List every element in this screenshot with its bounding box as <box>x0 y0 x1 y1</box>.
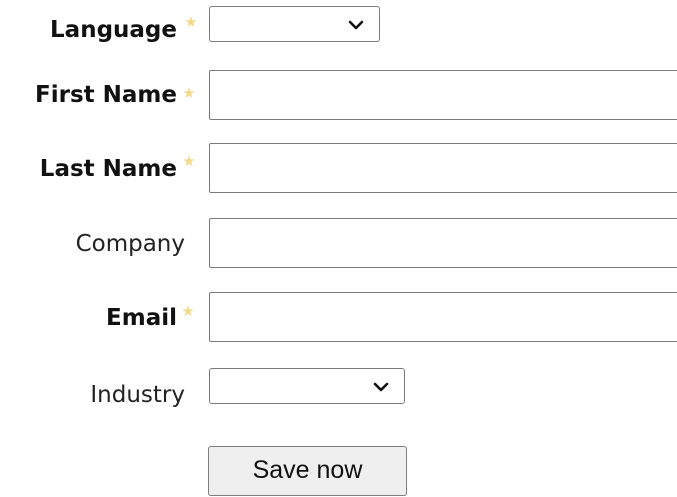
language-select[interactable] <box>209 6 380 42</box>
required-star-icon: ★ <box>182 84 196 102</box>
email-input[interactable] <box>209 292 677 342</box>
first-name-input[interactable] <box>209 70 677 120</box>
industry-select[interactable] <box>209 368 405 404</box>
last-name-label: Last Name <box>39 156 177 182</box>
save-now-button[interactable]: Save now <box>208 446 407 496</box>
last-name-input[interactable] <box>209 143 677 193</box>
industry-label: Industry <box>90 382 185 408</box>
required-star-icon: ★ <box>181 302 195 320</box>
company-input[interactable] <box>209 218 677 268</box>
chevron-down-icon <box>373 382 389 392</box>
company-label: Company <box>75 231 185 257</box>
required-star-icon: ★ <box>184 13 198 31</box>
required-star-icon: ★ <box>182 152 196 170</box>
first-name-label: First Name <box>35 82 177 108</box>
language-label: Language <box>50 17 177 43</box>
email-label: Email <box>106 305 177 331</box>
chevron-down-icon <box>348 20 364 30</box>
